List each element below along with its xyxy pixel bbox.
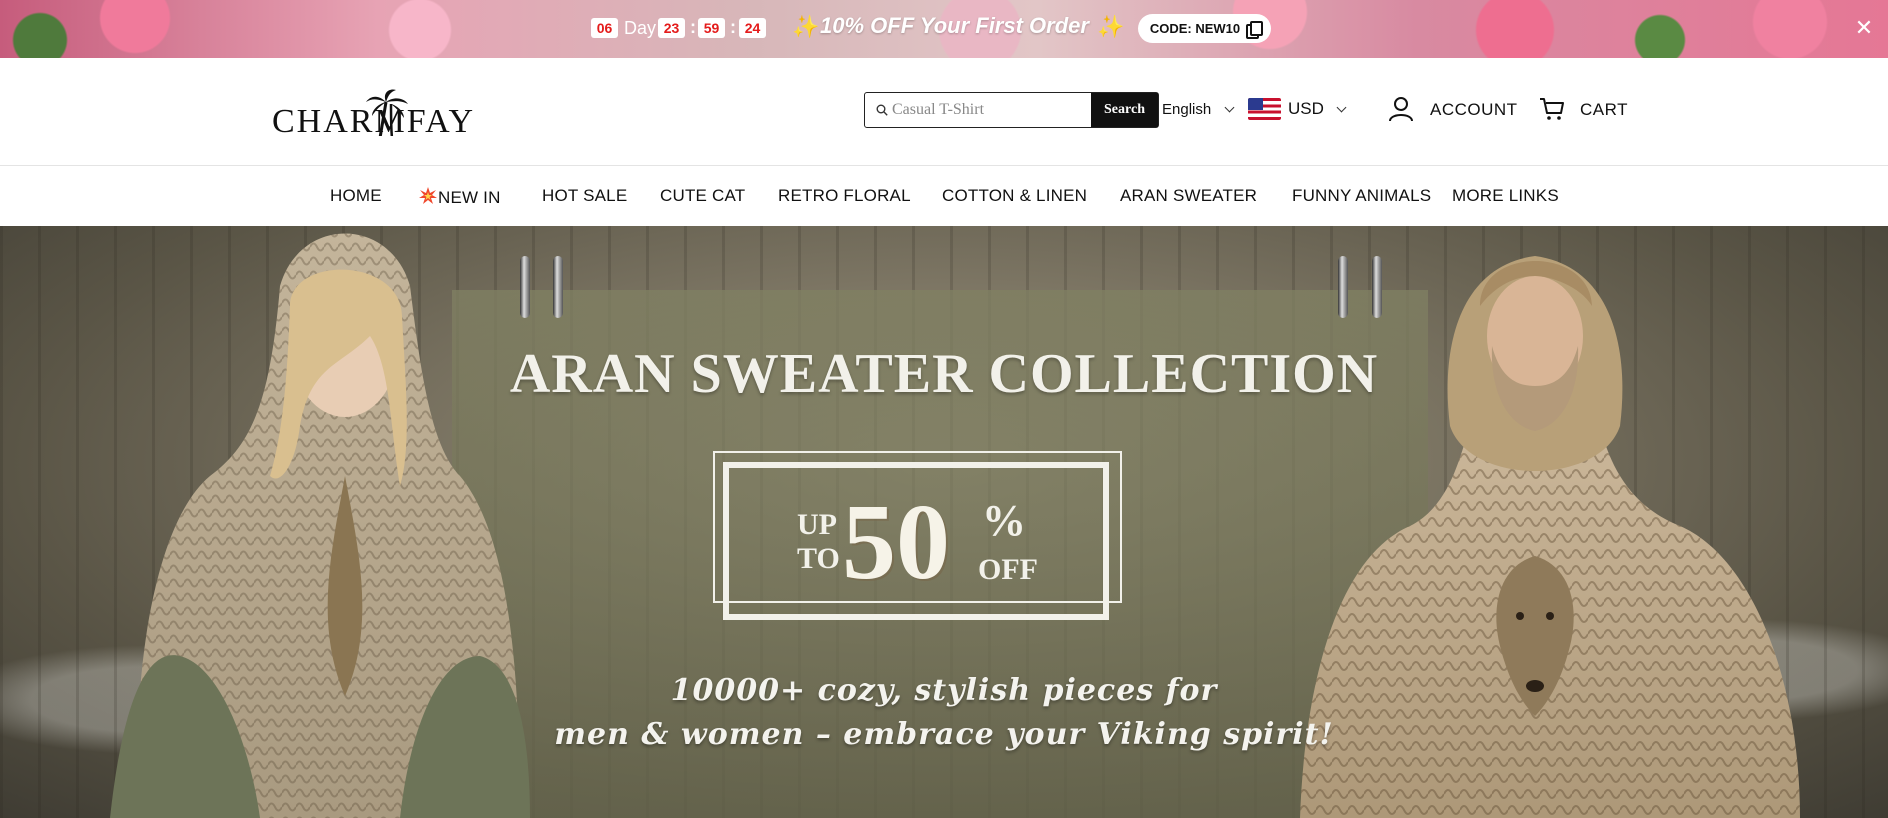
nav-item-new-in[interactable]: NEW IN [419, 185, 501, 209]
countdown-separator: : [690, 17, 696, 37]
sparkle-icon: ✨ [792, 14, 820, 39]
hero-banner[interactable]: ARAN SWEATER COLLECTION UP TO 50 % OFF 1… [0, 226, 1888, 818]
palm-tree-icon [364, 89, 410, 138]
nav-item-cotton-linen[interactable]: COTTON & LINEN [942, 185, 1087, 207]
nav-item-aran-sweater[interactable]: ARAN SWEATER [1120, 185, 1257, 207]
site-header: CHARMFAY Search English USD ACCOUNT [0, 58, 1888, 166]
hero-subtitle-line2: men & women – embrace your Viking spirit… [554, 717, 1334, 752]
promo-banner: 06 Day 23 : 59 : 24 ✨ 10% OFF Your First… [0, 0, 1888, 58]
sale-off-text: OFF [978, 553, 1038, 586]
promo-code-label: CODE: NEW10 [1149, 21, 1241, 36]
explosion-icon [419, 187, 437, 204]
logo[interactable]: CHARMFAY [272, 88, 502, 140]
account-link[interactable]: ACCOUNT [1430, 100, 1518, 120]
search-input[interactable] [865, 93, 1091, 127]
hero-subtitle-line1: 10000+ cozy, stylish pieces for [670, 673, 1218, 708]
currency-selector[interactable]: USD [1288, 99, 1324, 119]
countdown-minutes: 59 [698, 18, 725, 38]
close-icon[interactable]: ✕ [1852, 16, 1876, 40]
user-icon[interactable] [1388, 96, 1414, 122]
nav-item-retro-floral[interactable]: RETRO FLORAL [778, 185, 911, 207]
hero-title: ARAN SWEATER COLLECTION [509, 343, 1379, 405]
nav-item-label: NEW IN [438, 188, 501, 207]
sale-to-text: TO [797, 542, 840, 575]
sale-up-text: UP [797, 508, 837, 541]
countdown-days: 06 [591, 18, 618, 38]
nav-item-funny-animals[interactable]: FUNNY ANIMALS [1292, 185, 1431, 207]
countdown-day-label: Day [624, 18, 657, 38]
us-flag-icon [1248, 98, 1281, 120]
copy-code-button[interactable]: CODE: NEW10 [1138, 14, 1271, 43]
sale-up-to-text: UP TO [797, 508, 847, 576]
countdown-separator: : [730, 17, 736, 37]
hanger-ring [553, 256, 563, 318]
countdown-seconds: 24 [739, 18, 766, 38]
nav-item-home[interactable]: HOME [330, 185, 382, 207]
copy-icon [1246, 21, 1264, 39]
sparkle-icon: ✨ [1097, 14, 1125, 39]
search-icon [876, 104, 888, 116]
search-input-wrapper [865, 93, 1091, 127]
main-navigation: HOME NEW IN HOT SALE CUTE CAT RETRO FLOR… [0, 166, 1888, 226]
chevron-down-icon[interactable] [1336, 102, 1347, 113]
nav-item-cute-cat[interactable]: CUTE CAT [660, 185, 745, 207]
sale-percentage-number: 50 [842, 483, 950, 602]
search-bar: Search [864, 92, 1159, 128]
language-selector[interactable]: English [1162, 100, 1211, 120]
nav-item-more-links[interactable]: MORE LINKS [1452, 185, 1559, 207]
countdown-hours: 23 [658, 18, 685, 38]
promo-offer-text: 10% OFF Your First Order [820, 13, 1089, 38]
cart-icon[interactable] [1539, 97, 1565, 121]
sale-percent-sign: % [982, 496, 1026, 545]
chevron-down-icon[interactable] [1224, 102, 1235, 113]
search-button[interactable]: Search [1091, 93, 1158, 127]
cart-link[interactable]: CART [1580, 100, 1628, 120]
nav-item-hot-sale[interactable]: HOT SALE [542, 185, 627, 207]
